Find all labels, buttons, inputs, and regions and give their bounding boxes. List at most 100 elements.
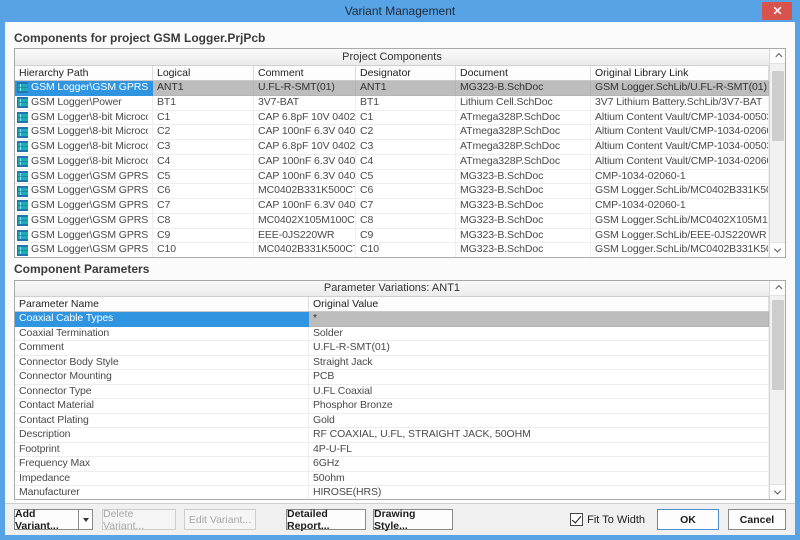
- scrollbar-thumb[interactable]: [772, 71, 784, 141]
- table-row[interactable]: Footprint4P-U-FL: [15, 443, 769, 458]
- table-row[interactable]: Connector TypeU.FL Coaxial: [15, 385, 769, 400]
- parameter-name-cell: Coaxial Cable Types: [15, 312, 309, 327]
- original-value-cell: 4P-U-FL: [309, 443, 769, 458]
- hierarchy-cell: GSM Logger\Power: [15, 96, 153, 111]
- project-components-group-header: Project Components: [15, 49, 769, 66]
- hierarchy-path: GSM Logger\8-bit Microcontrol: [31, 125, 148, 139]
- document-cell: ATmega328P.SchDoc: [456, 111, 591, 126]
- column-header-parameter-name[interactable]: Parameter Name: [15, 297, 309, 311]
- original-value-cell: Phosphor Bronze: [309, 399, 769, 414]
- delete-variant-button[interactable]: Delete Variant...: [102, 509, 176, 530]
- logical-cell: C10: [153, 243, 254, 257]
- edit-variant-button[interactable]: Edit Variant...: [184, 509, 256, 530]
- add-variant-button[interactable]: Add Variant...: [14, 509, 78, 530]
- logical-cell: C2: [153, 125, 254, 140]
- close-button[interactable]: [762, 2, 792, 20]
- table-row[interactable]: Impedance50ohm: [15, 472, 769, 487]
- hierarchy-cell: GSM Logger\GSM GPRS Modul: [15, 184, 153, 199]
- parameter-name-cell: Contact Plating: [15, 414, 309, 429]
- hierarchy-cell: GSM Logger\8-bit Microcontrol: [15, 111, 153, 126]
- project-components-column-headers: Hierarchy PathLogicalCommentDesignatorDo…: [15, 66, 769, 81]
- component-icon: [17, 215, 28, 226]
- table-row[interactable]: GSM Logger\8-bit MicrocontrolC1CAP 6.8pF…: [15, 111, 769, 126]
- column-header-logical[interactable]: Logical: [153, 66, 254, 80]
- project-components-table: Project Components Hierarchy PathLogical…: [14, 48, 786, 258]
- library-link-cell: CMP-1034-02060-1: [591, 170, 769, 185]
- fit-to-width-checkbox[interactable]: [570, 513, 583, 526]
- column-header-original-library-link[interactable]: Original Library Link: [591, 66, 769, 80]
- add-variant-dropdown-button[interactable]: [78, 509, 93, 530]
- scrollbar-down-button[interactable]: [770, 484, 786, 499]
- library-link-cell: Altium Content Vault/CMP-1034-02060-1: [591, 155, 769, 170]
- drawing-style-button[interactable]: Drawing Style...: [373, 509, 453, 530]
- parameters-rows: Coaxial Cable Types*Coaxial TerminationS…: [15, 312, 769, 499]
- table-row[interactable]: GSM Logger\GSM GPRS ModulC6MC0402B331K50…: [15, 184, 769, 199]
- table-row[interactable]: ManufacturerHIROSE(HRS): [15, 486, 769, 499]
- parameter-name-cell: Description: [15, 428, 309, 443]
- column-header-original-value[interactable]: Original Value: [309, 297, 769, 311]
- column-header-designator[interactable]: Designator: [356, 66, 456, 80]
- parameters-section-heading: Component Parameters: [14, 261, 786, 277]
- table-row[interactable]: GSM Logger\GSM GPRS ModulC8MC0402X105M10…: [15, 214, 769, 229]
- hierarchy-path: GSM Logger\GSM GPRS Modul: [31, 81, 148, 95]
- table-row[interactable]: GSM Logger\PowerBT13V7-BATBT1Lithium Cel…: [15, 96, 769, 111]
- designator-cell: C5: [356, 170, 456, 185]
- hierarchy-path: GSM Logger\GSM GPRS Modul: [31, 170, 148, 184]
- scrollbar-thumb[interactable]: [772, 300, 784, 390]
- table-row[interactable]: Connector Body StyleStraight Jack: [15, 356, 769, 371]
- scrollbar-down-button[interactable]: [770, 242, 786, 257]
- variant-management-dialog: Variant Management Components for projec…: [0, 0, 800, 540]
- parameters-scrollbar[interactable]: [769, 281, 785, 499]
- scrollbar-up-button[interactable]: [770, 49, 786, 64]
- logical-cell: C5: [153, 170, 254, 185]
- column-header-document[interactable]: Document: [456, 66, 591, 80]
- hierarchy-cell: GSM Logger\GSM GPRS Modul: [15, 214, 153, 229]
- designator-cell: C4: [356, 155, 456, 170]
- parameter-name-cell: Footprint: [15, 443, 309, 458]
- titlebar: Variant Management: [5, 0, 795, 22]
- table-row[interactable]: GSM Logger\GSM GPRS ModulC10MC0402B331K5…: [15, 243, 769, 257]
- components-scrollbar[interactable]: [769, 49, 785, 257]
- scrollbar-up-button[interactable]: [770, 281, 786, 296]
- component-icon: [17, 230, 28, 241]
- logical-cell: C1: [153, 111, 254, 126]
- hierarchy-path: GSM Logger\GSM GPRS Modul: [31, 243, 148, 257]
- table-row[interactable]: Connector MountingPCB: [15, 370, 769, 385]
- column-header-hierarchy-path[interactable]: Hierarchy Path: [15, 66, 153, 80]
- table-row[interactable]: Contact PlatingGold: [15, 414, 769, 429]
- ok-button[interactable]: OK: [657, 509, 719, 530]
- parameter-name-cell: Coaxial Termination: [15, 327, 309, 342]
- logical-cell: C9: [153, 229, 254, 244]
- table-row[interactable]: GSM Logger\GSM GPRS ModulC9EEE-0JS220WRC…: [15, 229, 769, 244]
- chevron-up-icon: [775, 52, 782, 59]
- table-row[interactable]: DescriptionRF COAXIAL, U.FL, STRAIGHT JA…: [15, 428, 769, 443]
- window-title: Variant Management: [345, 4, 456, 18]
- designator-cell: C1: [356, 111, 456, 126]
- table-row[interactable]: GSM Logger\GSM GPRS ModulC5CAP 100nF 6.3…: [15, 170, 769, 185]
- column-header-comment[interactable]: Comment: [254, 66, 356, 80]
- original-value-cell: 50ohm: [309, 472, 769, 487]
- library-link-cell: GSM Logger.SchLib/U.FL-R-SMT(01): [591, 81, 769, 96]
- table-row[interactable]: CommentU.FL-R-SMT(01): [15, 341, 769, 356]
- table-row[interactable]: GSM Logger\GSM GPRS ModulANT1U.FL-R-SMT(…: [15, 81, 769, 96]
- parameter-name-cell: Connector Mounting: [15, 370, 309, 385]
- table-row[interactable]: Coaxial Cable Types*: [15, 312, 769, 327]
- table-row[interactable]: GSM Logger\8-bit MicrocontrolC2CAP 100nF…: [15, 125, 769, 140]
- component-icon: [17, 171, 28, 182]
- table-row[interactable]: Frequency Max6GHz: [15, 457, 769, 472]
- library-link-cell: GSM Logger.SchLib/EEE-0JS220WR: [591, 229, 769, 244]
- table-row[interactable]: GSM Logger\8-bit MicrocontrolC4CAP 100nF…: [15, 155, 769, 170]
- logical-cell: C6: [153, 184, 254, 199]
- original-value-cell: Straight Jack: [309, 356, 769, 371]
- comment-cell: MC0402X105M100CT: [254, 214, 356, 229]
- fit-to-width-checkbox-group[interactable]: Fit To Width: [570, 513, 645, 526]
- table-row[interactable]: Coaxial TerminationSolder: [15, 327, 769, 342]
- table-row[interactable]: Contact MaterialPhosphor Bronze: [15, 399, 769, 414]
- table-row[interactable]: GSM Logger\GSM GPRS ModulC7CAP 100nF 6.3…: [15, 199, 769, 214]
- detailed-report-button[interactable]: Detailed Report...: [286, 509, 366, 530]
- chevron-down-icon: [774, 487, 781, 494]
- cancel-button[interactable]: Cancel: [728, 509, 786, 530]
- parameter-variations-group-header: Parameter Variations: ANT1: [15, 281, 769, 297]
- table-row[interactable]: GSM Logger\8-bit MicrocontrolC3CAP 6.8pF…: [15, 140, 769, 155]
- logical-cell: BT1: [153, 96, 254, 111]
